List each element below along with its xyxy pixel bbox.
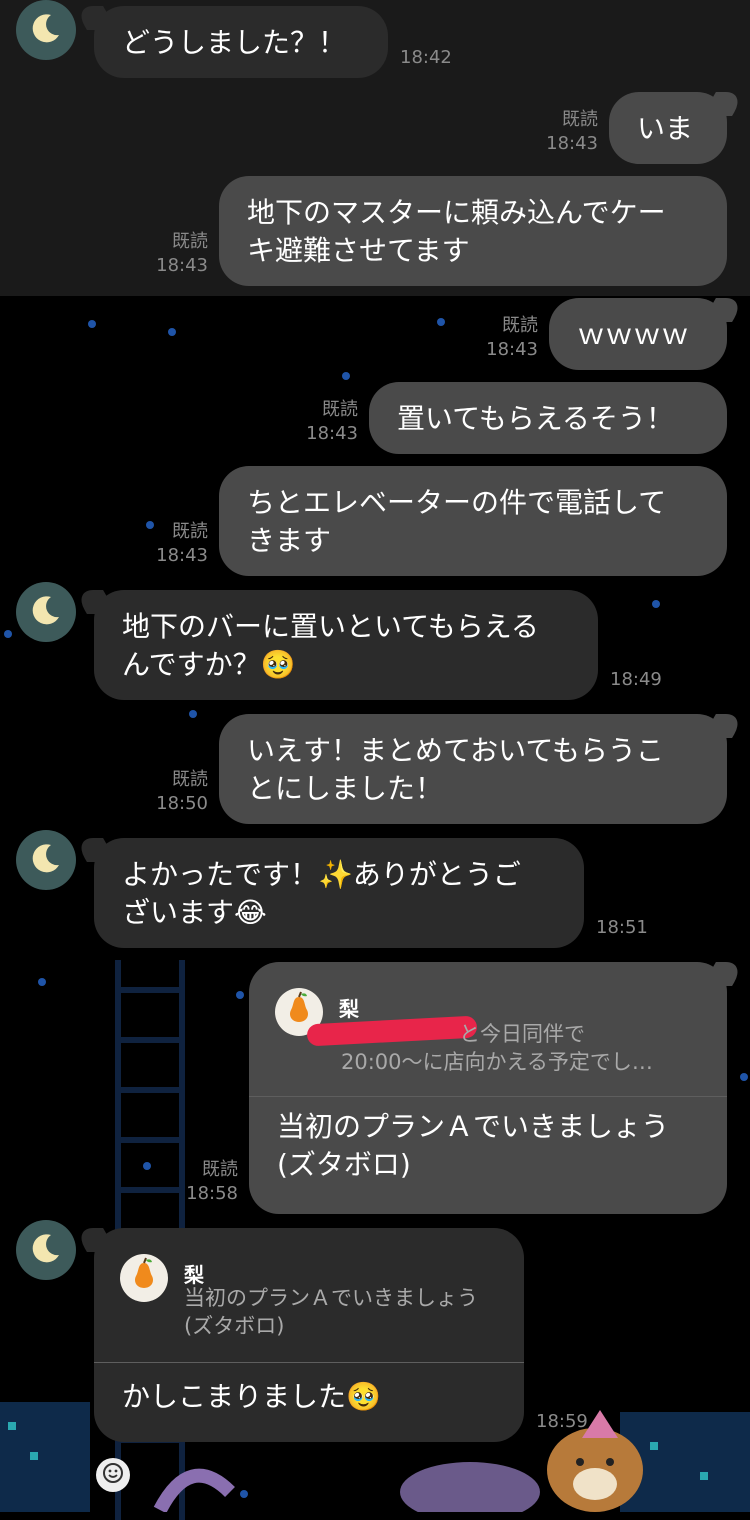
message-bubble-outgoing[interactable]: ちとエレベーターの件で電話して きます [219, 466, 727, 576]
message-meta: 既読 18:43 [290, 398, 358, 446]
message-time: 18:51 [596, 917, 648, 938]
message-meta: 18:42 [400, 46, 452, 70]
message-meta: 18:49 [610, 668, 662, 692]
read-status: 既読 [172, 521, 208, 542]
message-text: いえす！まとめておいてもらうこ とにしました！ [247, 734, 664, 805]
contact-avatar[interactable] [16, 582, 76, 642]
message-time: 18:50 [156, 793, 208, 814]
message-time: 18:43 [486, 339, 538, 360]
message-meta: 既読 18:43 [140, 230, 208, 278]
message-bubble-outgoing[interactable]: ｗｗｗｗ [549, 298, 727, 370]
reply-message-bubble-incoming[interactable]: 梨 当初のプランＡでいきましょう (ズタボロ) かしこまりました🥹 [94, 1228, 524, 1442]
message-bubble-outgoing[interactable]: いえす！まとめておいてもらうこ とにしました！ [219, 714, 727, 824]
quoted-reply[interactable]: 梨 と今日同伴で 20:00〜に店向かえる予定でし… [249, 962, 727, 1096]
message-text: ｗｗｗｗ [577, 318, 690, 351]
message-time: 18:43 [546, 133, 598, 154]
message-text: ちとエレベーターの件で電話して きます [247, 486, 667, 557]
message-time: 18:49 [610, 669, 662, 690]
smiley-icon [102, 1462, 124, 1488]
message-time: 18:42 [400, 47, 452, 68]
message-bubble-incoming[interactable]: よかったです！✨ありがとうご ざいます😂 [94, 838, 584, 948]
crescent-moon-icon [29, 1231, 63, 1269]
reply-divider [249, 1096, 727, 1097]
pear-icon [130, 1257, 158, 1299]
contact-avatar[interactable] [16, 0, 76, 60]
message-text: いま [637, 112, 694, 145]
message-meta: 18:59 [536, 1410, 588, 1434]
crescent-moon-icon [29, 841, 63, 879]
crescent-moon-icon [29, 593, 63, 631]
quoted-reply[interactable]: 梨 当初のプランＡでいきましょう (ズタボロ) [94, 1228, 524, 1362]
message-bubble-incoming[interactable]: どうしました？！ [94, 6, 388, 78]
read-status: 既読 [172, 231, 208, 252]
contact-avatar[interactable] [16, 830, 76, 890]
message-bubble-incoming[interactable]: 地下のバーに置いといてもらえる んですか？🥹 [94, 590, 598, 700]
message-bubble-outgoing[interactable]: いま [609, 92, 727, 164]
message-time: 18:43 [156, 545, 208, 566]
reply-avatar [120, 1254, 168, 1302]
message-meta: 18:51 [596, 916, 648, 940]
message-time: 18:59 [536, 1411, 588, 1432]
reply-message-bubble-outgoing[interactable]: 梨 と今日同伴で 20:00〜に店向かえる予定でし… 当初のプランＡでいきましょ… [249, 962, 727, 1214]
message-meta: 既読 18:43 [470, 314, 538, 362]
message-bubble-outgoing[interactable]: 置いてもらえるそう！ [369, 382, 727, 454]
reply-quote-text: と今日同伴で 20:00〜に店向かえる予定でし… [341, 1022, 653, 1074]
message-text: どうしました？！ [122, 26, 347, 59]
emoji-button[interactable] [96, 1458, 130, 1492]
message-meta: 既読 18:43 [140, 520, 208, 568]
message-meta: 既読 18:50 [140, 768, 208, 816]
contact-avatar[interactable] [16, 1220, 76, 1280]
message-time: 18:58 [186, 1183, 238, 1204]
message-time: 18:43 [156, 255, 208, 276]
message-text: かしこまりました🥹 [122, 1380, 381, 1413]
read-status: 既読 [172, 769, 208, 790]
message-meta: 既読 18:58 [170, 1158, 238, 1206]
reply-divider [94, 1362, 524, 1363]
message-meta: 既読 18:43 [530, 108, 598, 156]
message-text: 当初のプランＡでいきましょう (ズタボロ) [277, 1110, 670, 1181]
read-status: 既読 [322, 399, 358, 420]
crescent-moon-icon [29, 11, 63, 49]
read-status: 既読 [202, 1159, 238, 1180]
message-text: 地下のマスターに頼み込んでケー キ避難させてます [247, 196, 666, 267]
message-bubble-outgoing[interactable]: 地下のマスターに頼み込んでケー キ避難させてます [219, 176, 727, 286]
message-text: 地下のバーに置いといてもらえる んですか？🥹 [122, 610, 539, 681]
message-time: 18:43 [306, 423, 358, 444]
message-text: よかったです！✨ありがとうご ざいます😂 [122, 858, 521, 929]
read-status: 既読 [562, 109, 598, 130]
message-text: 置いてもらえるそう！ [397, 402, 674, 435]
read-status: 既読 [502, 315, 538, 336]
reply-quote-text: 当初のプランＡでいきましょう (ズタボロ) [184, 1286, 478, 1338]
